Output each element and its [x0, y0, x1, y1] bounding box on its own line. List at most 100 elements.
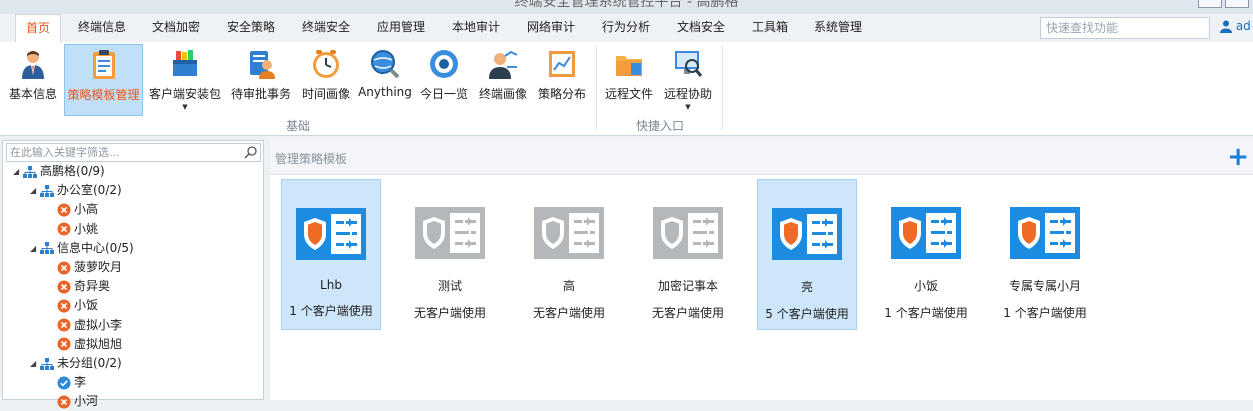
template-name: 亮: [800, 280, 813, 294]
expand-toggle-icon[interactable]: ◢: [30, 181, 40, 200]
template-usage: 1 个客户端使用: [1003, 306, 1087, 320]
tree-terminal-node[interactable]: 菠萝吹月: [47, 258, 122, 277]
org-group-icon: [40, 357, 54, 370]
today-overview-button[interactable]: 今日一览: [416, 44, 472, 116]
approval-icon: [250, 51, 275, 79]
time-profile-button[interactable]: 时间画像: [298, 44, 354, 116]
tree-node-label: 小姚: [74, 221, 99, 236]
template-management-button[interactable]: 策略模板管理: [64, 44, 143, 116]
template-management-label: 策略模板管理: [67, 88, 140, 102]
policy-template-card[interactable]: 小饭 1 个客户端使用: [876, 179, 976, 330]
tab-doc-encrypt[interactable]: 文档加密: [144, 14, 208, 42]
policy-template-icon: [891, 207, 961, 259]
pending-approval-button[interactable]: 待审批事务: [228, 44, 294, 116]
chart-icon: [549, 51, 575, 77]
eye-icon: [430, 50, 458, 78]
policy-template-icon: [1010, 207, 1080, 259]
terminal-profile-icon: [489, 50, 518, 79]
remote-assist-label: 远程协助: [663, 87, 712, 101]
tab-toolbox[interactable]: 工具箱: [744, 14, 796, 42]
window-title: 终端安全管理系统管控平台 - 高鹏格: [514, 0, 739, 10]
tab-local-audit[interactable]: 本地审计: [444, 14, 508, 42]
terminal-profile-button[interactable]: 终端画像: [475, 44, 531, 116]
policy-distribution-label: 策略分布: [537, 87, 586, 101]
tree-terminal-node[interactable]: 小河: [47, 392, 98, 411]
group-label-basic: 基础: [286, 119, 311, 133]
tree-node-label: 高鹏格(0/9): [40, 164, 105, 178]
time-profile-label: 时间画像: [301, 87, 350, 101]
policy-template-card[interactable]: 专属专属小月 1 个客户端使用: [995, 179, 1095, 330]
basic-info-label: 基本信息: [8, 87, 57, 101]
template-clipboard-icon: [92, 50, 115, 79]
offline-status-icon: [57, 261, 71, 274]
tree-terminal-node[interactable]: 小饭: [47, 296, 98, 315]
tab-home[interactable]: 首页: [15, 14, 61, 43]
tree-node-label: 虚拟旭旭: [74, 336, 123, 351]
org-group-icon: [40, 184, 54, 197]
template-name: 高: [562, 279, 575, 293]
install-package-icon: [173, 50, 197, 76]
template-usage: 无客户端使用: [413, 306, 486, 320]
tree-node-label: 菠萝吹月: [74, 260, 123, 274]
policy-template-card[interactable]: 亮 5 个客户端使用: [757, 179, 857, 330]
tree-group-node[interactable]: ◢ 未分组(0/2): [30, 354, 122, 373]
tab-system-management[interactable]: 系统管理: [806, 14, 870, 42]
tree-terminal-node[interactable]: 小姚: [47, 220, 98, 239]
search-icon[interactable]: [244, 144, 258, 161]
tab-app-management[interactable]: 应用管理: [369, 14, 433, 42]
policy-template-card[interactable]: 测试 无客户端使用: [400, 179, 500, 330]
quick-search-input[interactable]: 快速查找功能: [1040, 17, 1210, 39]
expand-toggle-icon[interactable]: ◢: [30, 354, 40, 373]
tree-filter-input[interactable]: 在此输入关键字筛选...: [6, 143, 261, 162]
remote-assist-button[interactable]: 远程协助 ▼: [660, 44, 716, 116]
terminal-tree-panel: 在此输入关键字筛选... ◢ 高鹏格(0/9) ◢ 办公室(0/2) 小高 小姚 ◢ 信息中心…: [2, 140, 264, 409]
org-group-icon: [23, 165, 37, 178]
dropdown-arrow-icon: ▼: [182, 103, 188, 111]
policy-template-card[interactable]: Lhb 1 个客户端使用: [281, 179, 381, 330]
offline-status-icon: [57, 299, 71, 313]
remote-file-label: 远程文件: [604, 87, 653, 101]
tab-security-policy[interactable]: 安全策略: [219, 14, 283, 42]
org-group-icon: [40, 242, 54, 255]
tab-terminal-security[interactable]: 终端安全: [294, 14, 358, 42]
tab-doc-security[interactable]: 文档安全: [669, 14, 733, 42]
pending-approval-label: 待审批事务: [230, 87, 291, 101]
tab-network-audit[interactable]: 网络审计: [519, 14, 583, 42]
template-usage: 无客户端使用: [532, 306, 605, 320]
remote-file-button[interactable]: 远程文件: [601, 44, 657, 116]
user-menu[interactable]: ad: [1220, 19, 1251, 33]
policy-distribution-button[interactable]: 策略分布: [534, 44, 590, 116]
template-name: 专属专属小月: [1008, 279, 1081, 293]
client-install-package-label: 客户端安装包: [148, 87, 221, 101]
tree-terminal-node[interactable]: 虚拟小李: [47, 316, 122, 335]
policy-template-inactive-icon: [415, 207, 485, 259]
policy-template-card[interactable]: 高无客户端使用: [519, 179, 619, 330]
tree-terminal-node[interactable]: 虚拟旭旭: [47, 335, 122, 354]
add-template-button[interactable]: +: [1227, 144, 1249, 170]
tree-node-label: 办公室(0/2): [57, 183, 122, 198]
tree-group-node[interactable]: ◢ 信息中心(0/5): [30, 239, 134, 258]
template-name: 加密记事本: [657, 279, 718, 293]
tree-group-node[interactable]: ◢ 办公室(0/2): [30, 181, 122, 200]
tab-behavior-analysis[interactable]: 行为分析: [594, 14, 658, 42]
anything-search-button[interactable]: Anything: [357, 44, 413, 116]
policy-template-icon: [296, 208, 366, 260]
tree-terminal-node[interactable]: 李: [47, 373, 86, 392]
tree-terminal-node[interactable]: 奇异奥: [47, 277, 110, 296]
tab-terminal-info[interactable]: 终端信息: [70, 14, 134, 42]
tree-terminal-node[interactable]: 小高: [47, 200, 98, 219]
template-usage: 1 个客户端使用: [884, 306, 968, 320]
expand-toggle-icon[interactable]: ◢: [13, 162, 23, 181]
group-separator: [596, 46, 597, 130]
maximize-button[interactable]: [1225, 0, 1249, 8]
expand-toggle-icon[interactable]: ◢: [30, 239, 40, 258]
template-management-panel: 管理策略模板 + Lhb 1 个客户端使用 测试 无客户端使用高无客户端使用 加密记事本…: [270, 140, 1253, 400]
title-bar: 终端安全管理系统管控平台 - 高鹏格: [0, 0, 1253, 14]
offline-status-icon: [57, 203, 71, 217]
minimize-button[interactable]: [1198, 0, 1222, 8]
tree-group-node[interactable]: ◢ 高鹏格(0/9): [13, 162, 105, 181]
policy-template-card[interactable]: 加密记事本 无客户端使用: [638, 179, 738, 330]
basic-info-button[interactable]: 基本信息: [5, 44, 61, 116]
menu-bar: 首页 终端信息 文档加密 安全策略 终端安全 应用管理 本地审计 网络审计 行为…: [0, 14, 1253, 43]
client-install-package-button[interactable]: 客户端安装包 ▼: [146, 44, 224, 116]
